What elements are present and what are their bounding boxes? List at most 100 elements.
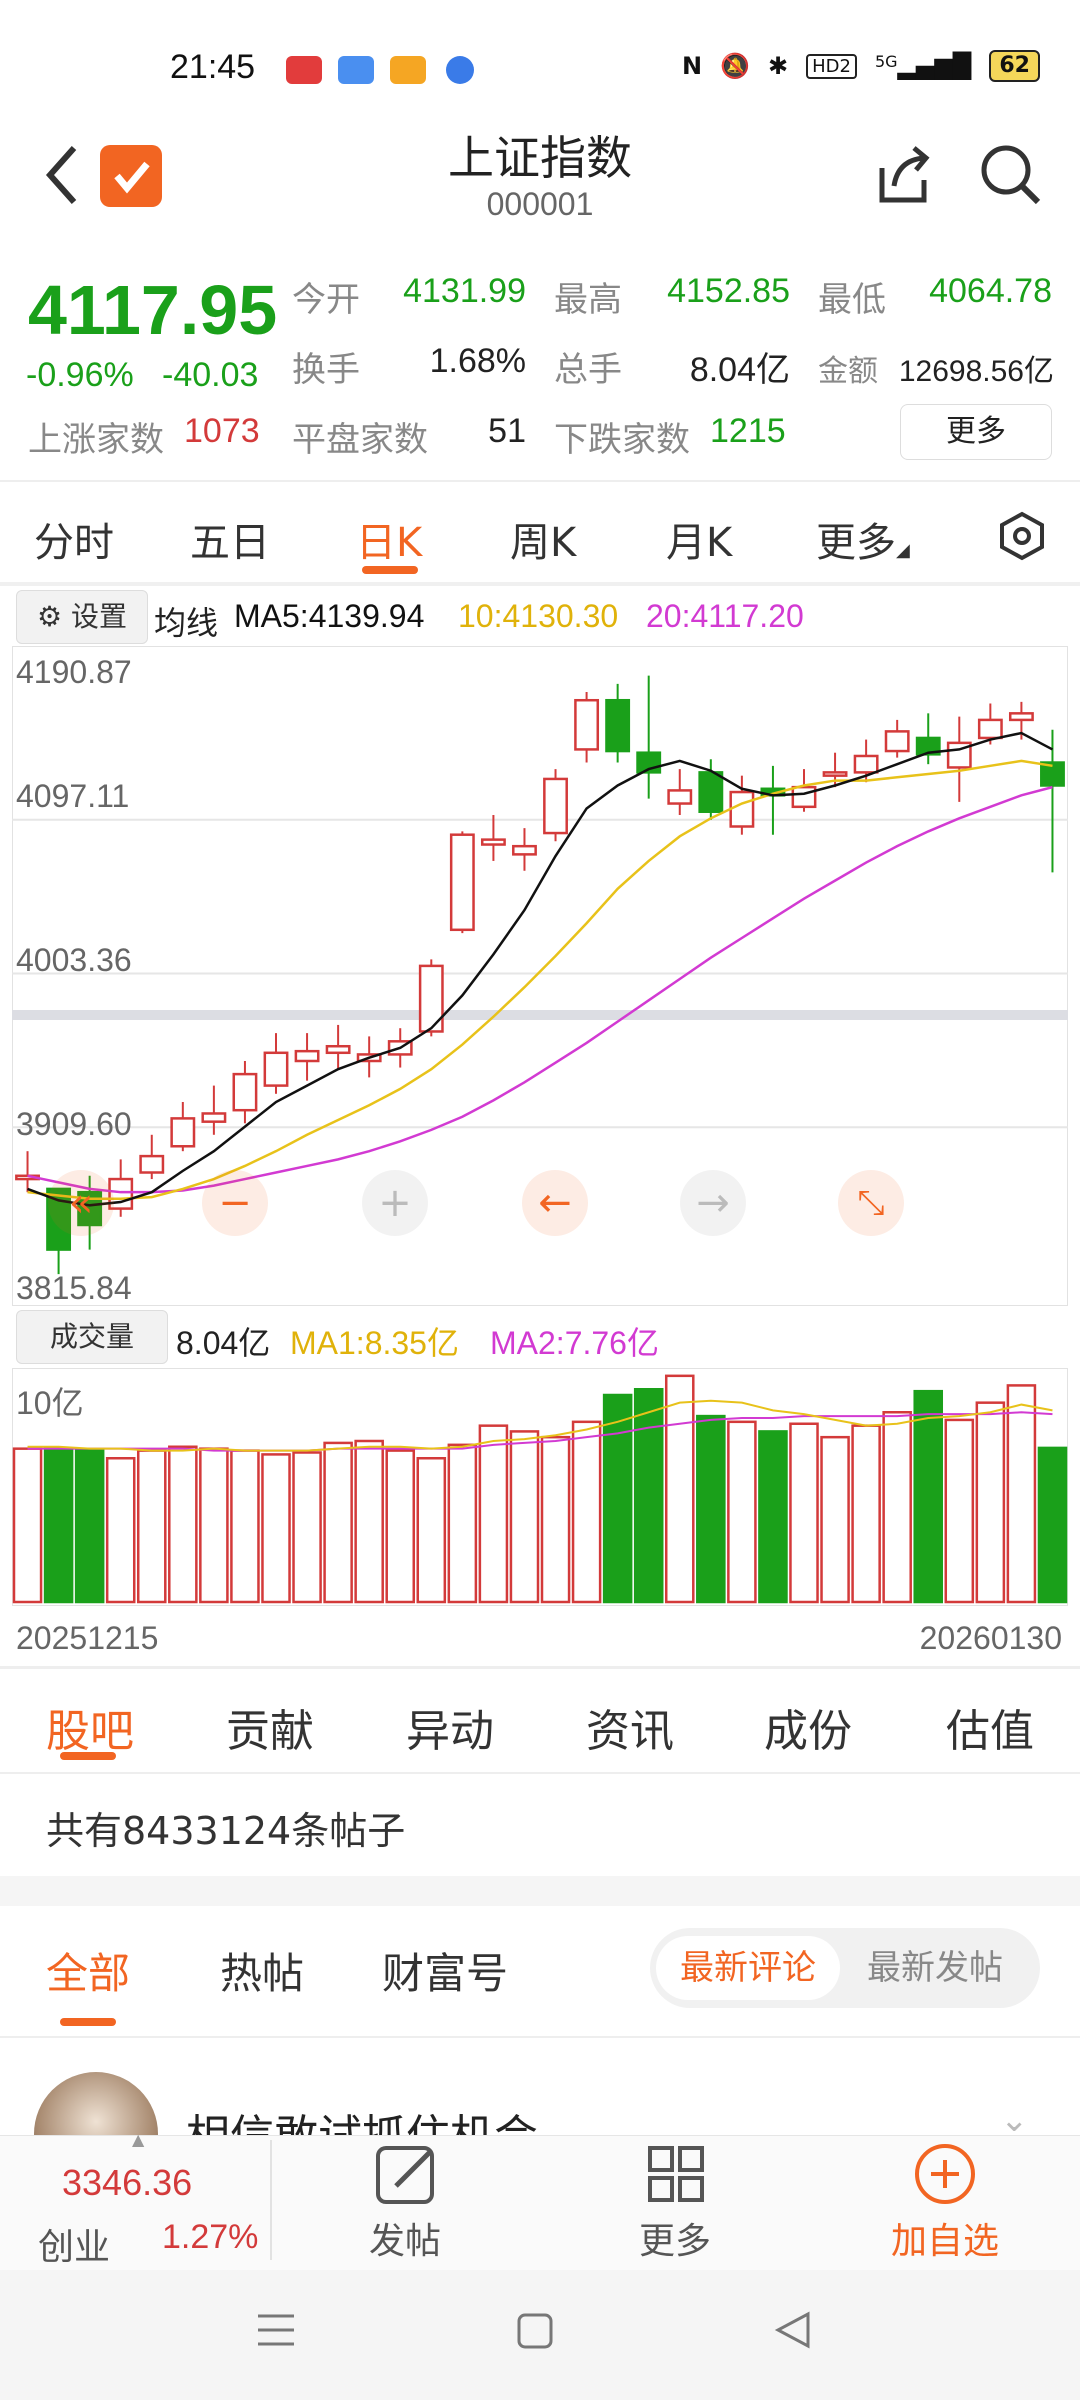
zoom-out-button[interactable]: − (202, 1170, 268, 1236)
tab-contribution[interactable]: 贡献 (226, 1695, 314, 1759)
menu-nav-button[interactable] (256, 2310, 296, 2354)
menu-icon (258, 2314, 294, 2346)
high-label: 最高 (554, 280, 622, 320)
divider (0, 1666, 1080, 1669)
tab-monthly-k[interactable]: 月K (666, 510, 732, 568)
tab-news[interactable]: 资讯 (586, 1695, 674, 1759)
search-button[interactable] (976, 140, 1046, 210)
volume-bar (944, 1418, 975, 1604)
date-start: 20251215 (16, 1620, 159, 1656)
volume-bar (602, 1393, 633, 1604)
candle-body (325, 1044, 351, 1055)
turnover-label: 换手 (292, 350, 360, 390)
dropdown-corner-icon: ◢ (896, 540, 910, 561)
active-filter-indicator (60, 2018, 116, 2026)
y-tick-label: 4003.36 (16, 942, 132, 978)
volume-axis-top: 10亿 (16, 1385, 84, 1421)
filter-hot[interactable]: 热帖 (220, 1940, 304, 2001)
candle-body (667, 789, 693, 805)
volume-bar (851, 1424, 881, 1604)
candle-body (729, 790, 755, 828)
ma5-legend: MA5:4139.94 (234, 598, 425, 634)
back-nav-button[interactable] (774, 2310, 814, 2354)
jump-start-button[interactable]: « (48, 1170, 114, 1236)
volume-bar (975, 1401, 1006, 1604)
candle-body (294, 1049, 320, 1063)
tab-components[interactable]: 成份 (764, 1695, 852, 1759)
divider (0, 582, 1080, 586)
zoom-in-button[interactable]: + (362, 1170, 428, 1236)
date-end: 20260130 (919, 1620, 1062, 1656)
chinext-index-name: 创业 (38, 2227, 111, 2268)
volume-bar (416, 1457, 447, 1604)
volume-bar (478, 1424, 509, 1604)
candle-body (139, 1154, 165, 1174)
volume-bar (385, 1449, 416, 1604)
volume-bar (571, 1420, 602, 1604)
tab-movement[interactable]: 异动 (406, 1695, 494, 1759)
sort-latest-comment[interactable]: 最新评论 (656, 1936, 840, 2000)
share-icon (879, 146, 930, 203)
candle-body (822, 771, 848, 777)
down-count-label: 下跌家数 (554, 420, 690, 460)
volume-bar (882, 1411, 912, 1604)
volume-bar (1006, 1384, 1037, 1604)
square-home-icon (517, 2313, 553, 2349)
quote-more-button[interactable]: 更多 (900, 404, 1052, 460)
arrow-right-icon: → (696, 1180, 730, 1226)
ma-legend-label: 均线 (154, 605, 219, 641)
up-count-label: 上涨家数 (28, 420, 164, 460)
tab-valuation[interactable]: 估值 (946, 1695, 1034, 1759)
open-label: 今开 (292, 280, 360, 320)
move-left-button[interactable]: ← (522, 1170, 588, 1236)
tab-more[interactable]: 更多◢ (816, 510, 910, 568)
hd-icon: HD2 (806, 53, 857, 79)
candle-body (605, 698, 631, 753)
more-label: 更多 (638, 2221, 711, 2262)
add-watchlist-button[interactable]: 加自选 (870, 2140, 1020, 2270)
search-icon (981, 145, 1041, 205)
tab-five-day[interactable]: 五日 (190, 510, 270, 568)
volume-bar (323, 1441, 353, 1604)
chart-settings-button[interactable]: ⚙ 设置 (16, 590, 148, 644)
volume-indicator-button[interactable]: 成交量 (16, 1310, 168, 1364)
move-right-button[interactable]: → (680, 1170, 746, 1236)
chart-config-button[interactable] (996, 510, 1048, 562)
sort-latest-post[interactable]: 最新发帖 (850, 1936, 1020, 2000)
more-button[interactable]: 更多 (600, 2140, 750, 2270)
change-value: -40.03 (162, 356, 259, 394)
chinext-index-value[interactable]: 3346.36 (62, 2162, 192, 2204)
low-label: 最低 (818, 280, 886, 320)
volume-bar (1037, 1446, 1068, 1604)
chevron-down-icon[interactable]: ⌄ (1000, 2100, 1029, 2140)
tab-guba[interactable]: 股吧 (46, 1695, 134, 1759)
y-tick-label: 3909.60 (16, 1106, 132, 1142)
tab-weekly-k[interactable]: 周K (510, 510, 576, 568)
volume-bar (354, 1439, 384, 1604)
candle-body (791, 785, 817, 809)
grid-icon (648, 2146, 704, 2202)
fullscreen-button[interactable]: ⤡ (838, 1170, 904, 1236)
post-label: 发帖 (368, 2221, 441, 2262)
browser-app-icon (446, 56, 474, 84)
tab-daily-k[interactable]: 日K (356, 510, 422, 568)
video-app-icon (390, 56, 426, 84)
volume-chart[interactable] (12, 1368, 1068, 1606)
volume-bar (633, 1388, 664, 1604)
candle-body (1040, 761, 1065, 787)
home-nav-button[interactable] (516, 2312, 554, 2354)
tab-intraday[interactable]: 分时 (34, 510, 114, 568)
volume-bar (913, 1389, 944, 1604)
filter-wealth[interactable]: 财富号 (382, 1940, 508, 2001)
candle-body (574, 698, 600, 751)
candle-body (201, 1112, 227, 1123)
vol-ma2-legend: MA2:7.76亿 (490, 1325, 659, 1361)
volume-bar (789, 1422, 819, 1604)
candle-body (698, 771, 724, 813)
filter-all[interactable]: 全部 (46, 1940, 130, 2001)
volume-bar (12, 1447, 43, 1604)
post-button[interactable]: 发帖 (330, 2140, 480, 2270)
bluetooth-icon: ✱ (768, 52, 789, 80)
candle-body (1008, 712, 1034, 722)
share-button[interactable] (868, 140, 938, 210)
